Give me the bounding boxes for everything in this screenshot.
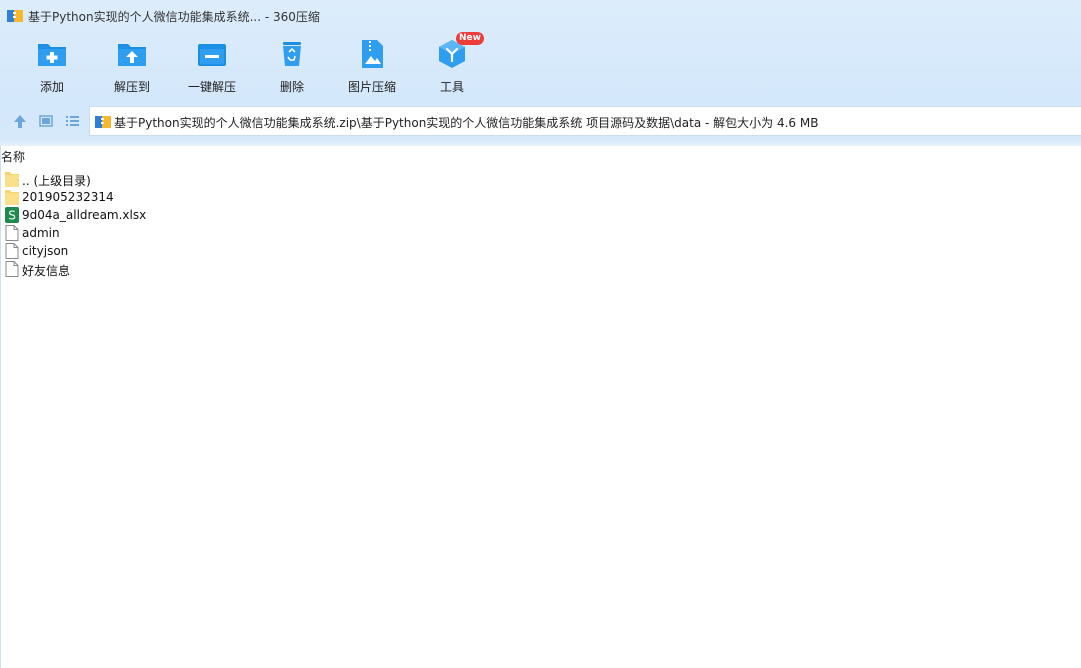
thumbnail-view-icon[interactable]: [37, 112, 55, 130]
list-view-icon[interactable]: [63, 112, 81, 130]
new-badge: New: [456, 32, 484, 45]
item-name: cityjson: [22, 244, 69, 258]
up-level-icon[interactable]: [11, 112, 29, 130]
image-compress-button[interactable]: 图片压缩: [332, 34, 412, 98]
window-header: 基于Python实现的个人微信功能集成系统... - 360压缩 添加 解压到: [0, 0, 1081, 146]
image-compress-label: 图片压缩: [347, 80, 396, 94]
list-item[interactable]: 201905232314: [5, 188, 305, 206]
list-item[interactable]: S 9d04a_alldream.xlsx: [5, 206, 305, 224]
item-name: 好友信息: [22, 264, 71, 278]
list-item[interactable]: cityjson: [5, 242, 305, 260]
column-header-name[interactable]: 名称: [1, 148, 25, 165]
title-bar[interactable]: 基于Python实现的个人微信功能集成系统... - 360压缩: [0, 0, 1081, 32]
list-item[interactable]: admin: [5, 224, 305, 242]
zip-archive-icon: [95, 116, 111, 128]
one-click-extract-button[interactable]: 一键解压: [172, 34, 252, 98]
extract-to-label: 解压到: [113, 80, 150, 94]
image-compress-icon: [362, 40, 383, 68]
item-name: 9d04a_alldream.xlsx: [22, 208, 147, 222]
blank-file-icon: [5, 261, 19, 277]
blank-file-icon: [5, 225, 19, 241]
list-item[interactable]: 好友信息: [5, 260, 305, 278]
one-click-extract-label: 一键解压: [187, 80, 236, 94]
address-bar[interactable]: 基于Python实现的个人微信功能集成系统.zip\基于Python实现的个人微…: [89, 106, 1081, 136]
folder-icon: [5, 172, 19, 187]
extract-to-button[interactable]: 解压到: [92, 34, 172, 98]
extract-to-icon: [118, 44, 146, 66]
add-button[interactable]: 添加: [12, 34, 92, 98]
tools-label: 工具: [439, 80, 464, 94]
app-archive-icon: [7, 10, 23, 22]
delete-label: 删除: [279, 80, 304, 94]
svg-text:S: S: [8, 209, 16, 223]
blank-file-icon: [5, 243, 19, 259]
recycle-bin-icon: [283, 42, 301, 66]
window-title: 基于Python实现的个人微信功能集成系统... - 360压缩: [28, 10, 320, 24]
delete-button[interactable]: 删除: [252, 34, 332, 98]
path-row: 基于Python实现的个人微信功能集成系统.zip\基于Python实现的个人微…: [0, 106, 1081, 138]
item-name: admin: [22, 226, 60, 240]
add-label: 添加: [39, 80, 64, 94]
one-click-extract-icon: [198, 44, 226, 66]
folder-icon: [5, 190, 19, 205]
item-name: 201905232314: [22, 190, 114, 204]
file-list: 名称 .. (上级目录) 201905232314 S 9d04a_alldre…: [0, 146, 1081, 668]
add-folder-icon: [38, 44, 66, 66]
main-toolbar: 添加 解压到 一键解压 删除 图片压缩 New 工具: [0, 32, 1081, 100]
item-name: .. (上级目录): [22, 174, 91, 188]
archive-path: 基于Python实现的个人微信功能集成系统.zip\基于Python实现的个人微…: [114, 116, 819, 130]
list-item-parent-dir[interactable]: .. (上级目录): [5, 170, 305, 188]
tools-button[interactable]: New 工具: [412, 32, 492, 98]
spreadsheet-icon: S: [5, 207, 19, 223]
